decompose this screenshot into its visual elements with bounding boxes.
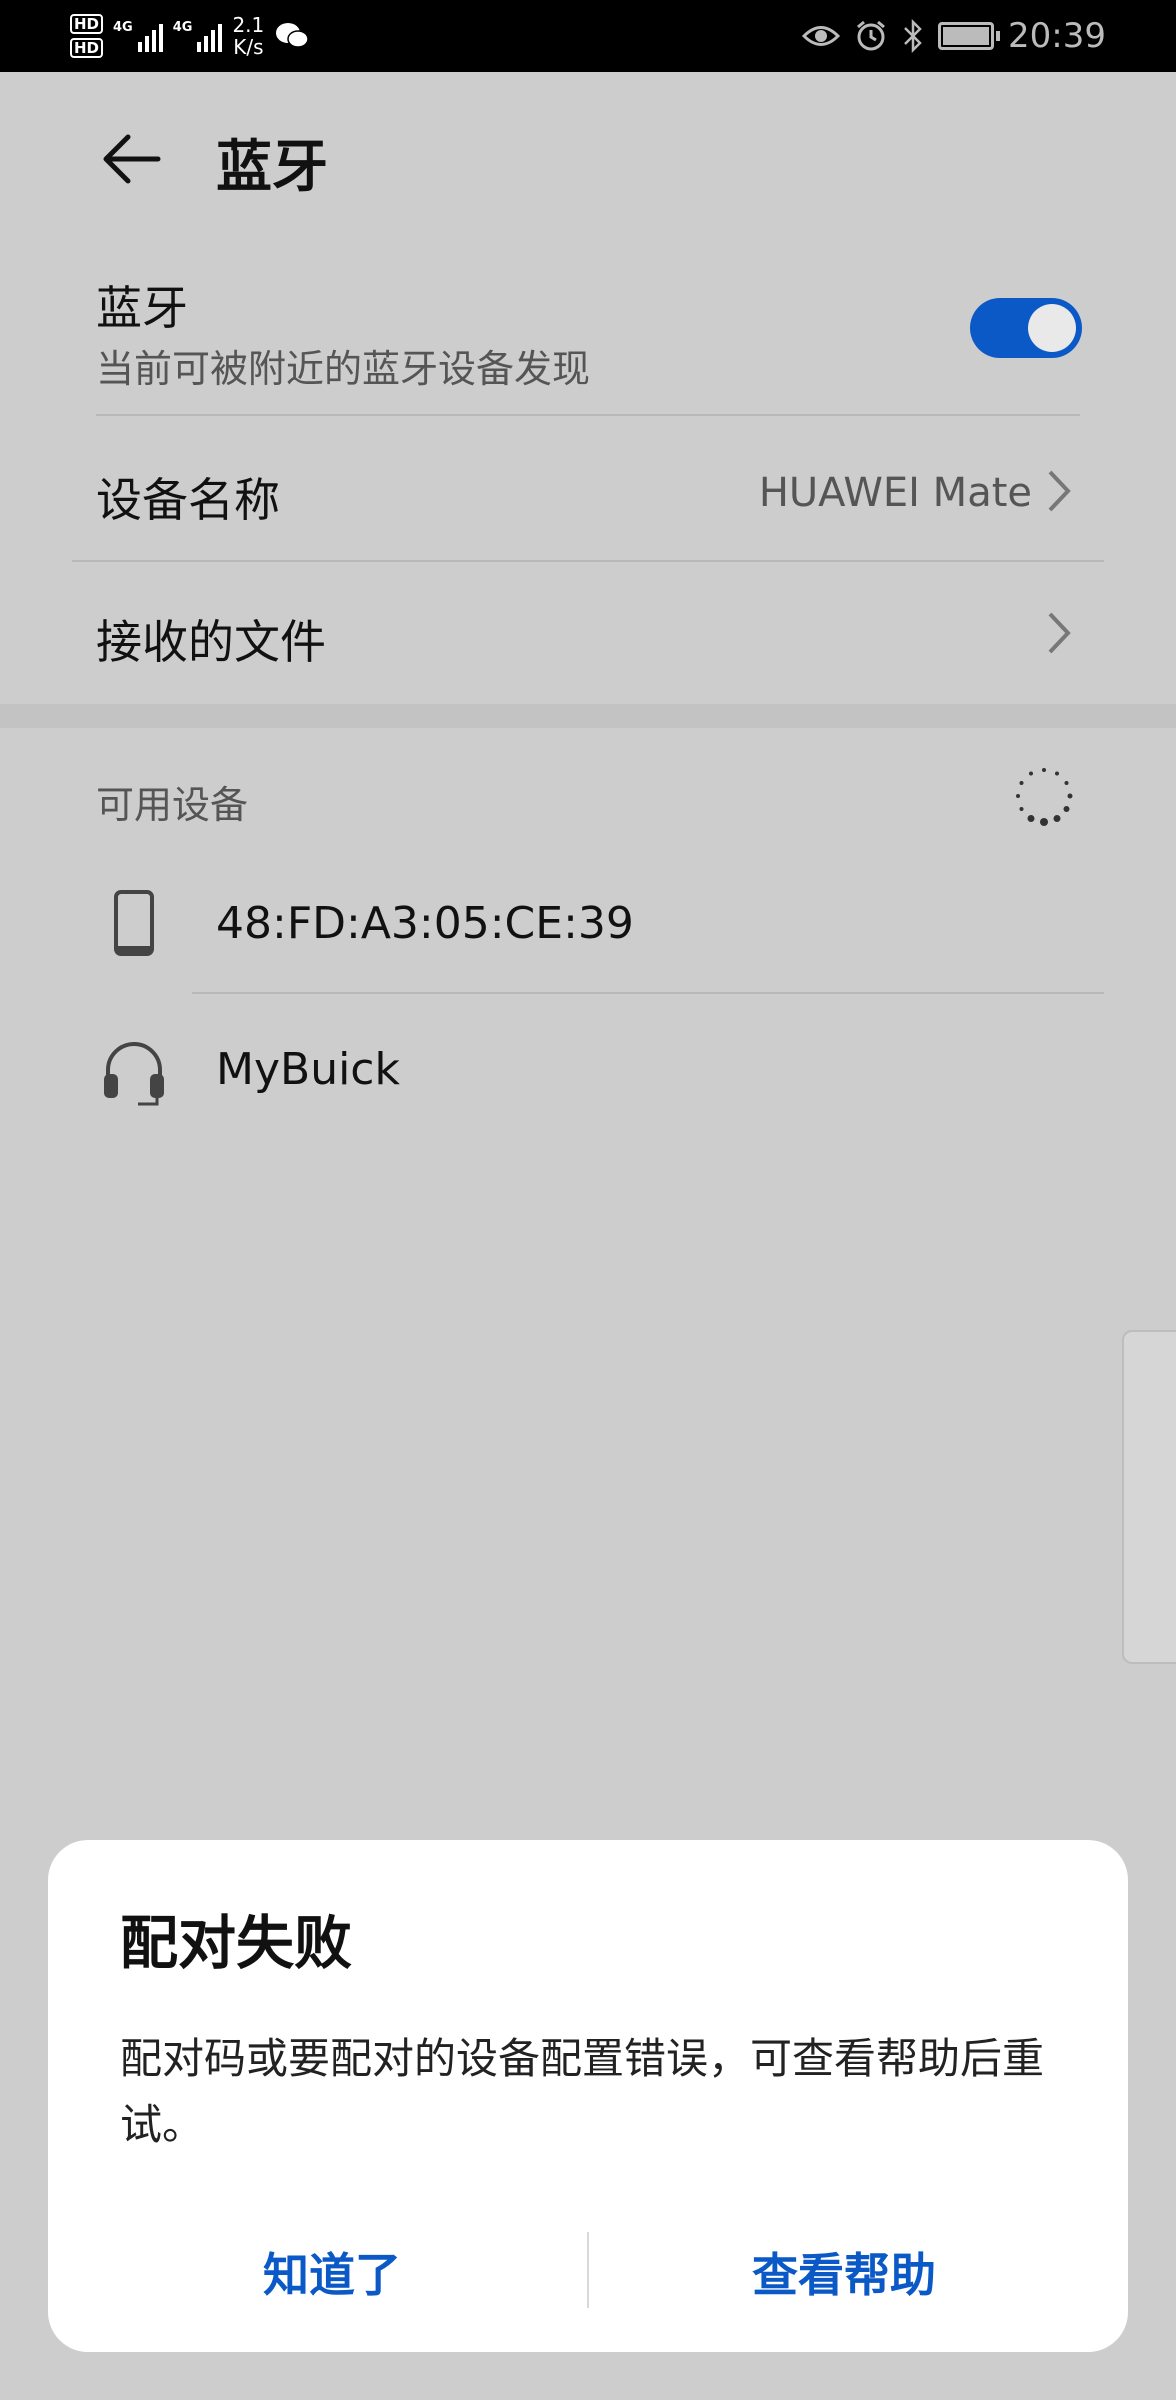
eye-icon [802,26,841,46]
device-row-phone[interactable]: 48:FD:A3:05:CE:39 [72,852,1104,992]
speed-unit: K/s [233,35,264,59]
toggle-knob [1028,304,1076,352]
pairing-failed-dialog: 配对失败 配对码或要配对的设备配置错误，可查看帮助后重试。 知道了 查看帮助 [48,1840,1128,2352]
side-scroll-handle[interactable] [1122,1330,1176,1664]
headset-icon [104,1042,164,1106]
page-title: 蓝牙 [216,135,328,200]
loading-spinner-icon [1016,768,1073,826]
speed-value: 2.1 [232,13,265,37]
status-bar: HD HD 4G 4G 2.1 K/s 20:39 [0,0,1176,72]
signal-icon-1: 4G [113,20,163,52]
chevron-right-icon [1048,612,1071,654]
clock: 20:39 [1008,16,1106,56]
device-name-value: HUAWEI Mate [758,470,1032,516]
bluetooth-toggle[interactable] [970,298,1082,358]
phone-icon [114,890,154,956]
chevron-right-icon [1048,470,1071,512]
device-row-headset[interactable]: MyBuick [72,998,1104,1138]
dialog-button-separator [587,2232,589,2308]
dialog-message: 配对码或要配对的设备配置错误，可查看帮助后重试。 [120,2034,1045,2149]
bluetooth-subtitle: 当前可被附近的蓝牙设备发现 [96,347,591,391]
network-label-1: 4G [113,20,133,35]
status-right: 20:39 [802,0,1106,72]
view-help-button[interactable]: 查看帮助 [604,2230,1084,2320]
bluetooth-icon [904,19,922,53]
divider [96,414,1080,416]
device-name-label: 设备名称 [96,473,280,527]
alarm-icon [857,20,885,51]
back-arrow-icon[interactable] [96,124,166,194]
device-name: 48:FD:A3:05:CE:39 [216,898,634,949]
received-files-row[interactable]: 接收的文件 [72,562,1104,702]
device-name: MyBuick [216,1044,400,1095]
network-speed: 2.1 K/s [232,14,264,58]
network-label-2: 4G [172,20,193,35]
app-bar: 蓝牙 [0,72,1176,242]
hd-badge-1: HD [70,14,104,34]
bluetooth-label: 蓝牙 [96,281,188,335]
available-devices-label: 可用设备 [96,783,249,827]
wechat-icon [276,23,310,48]
status-left: HD HD 4G 4G 2.1 K/s [70,8,310,64]
hd-indicators: HD HD [70,14,104,58]
battery-icon [938,22,1001,50]
signal-icon-2: 4G [173,20,223,52]
dialog-title: 配对失败 [120,1909,353,1977]
divider [192,992,1104,994]
got-it-button[interactable]: 知道了 [92,2230,572,2320]
section-gap [0,704,1176,728]
received-files-label: 接收的文件 [96,615,326,669]
hd-badge-2: HD [70,38,104,58]
device-name-row[interactable]: 设备名称 HUAWEI Mate [72,420,1104,560]
